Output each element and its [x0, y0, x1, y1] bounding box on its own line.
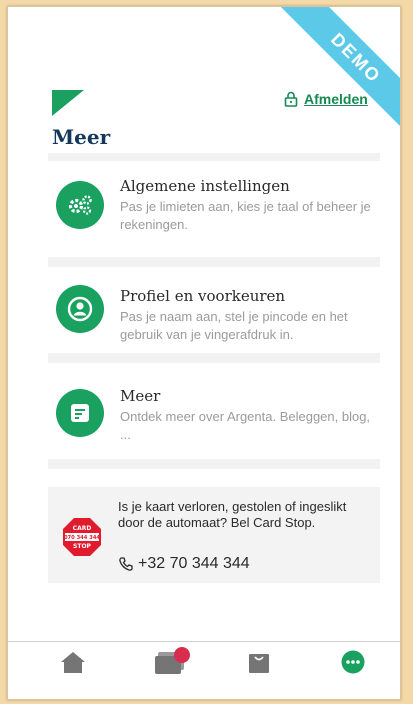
menu-item-profile-preferences[interactable]: Profiel en voorkeuren Pas je naam aan, s… — [48, 267, 380, 353]
card-stop-message: Is je kaart verloren, gestolen of ingesl… — [118, 499, 347, 530]
document-icon — [56, 389, 104, 437]
menu-item-more[interactable]: Meer Ontdek meer over Argenta. Beleggen,… — [48, 363, 380, 459]
menu-item-description: Ontdek meer over Argenta. Beleggen, blog… — [120, 409, 371, 442]
menu-item-title: Meer — [120, 387, 161, 405]
menu-item-description: Pas je naam aan, stel je pincode en het … — [120, 309, 348, 342]
shopping-bag-icon — [249, 654, 269, 673]
phone-icon — [119, 557, 133, 571]
bottom-safe-area — [8, 677, 400, 699]
card-stop-logo-bot: STOP — [73, 543, 92, 550]
divider — [48, 153, 380, 161]
menu-item-general-settings[interactable]: Algemene instellingen Pas je limieten aa… — [48, 163, 380, 257]
home-icon — [61, 652, 85, 673]
card-stop-logo-mid: 070 344 344 — [64, 535, 100, 541]
page-title: Meer — [52, 125, 111, 149]
phone-screen: DEMO Afmelden Meer Algemene instellingen… — [7, 6, 401, 700]
more-dots-icon — [341, 650, 365, 674]
card-stop-logo-top: CARD — [73, 525, 92, 532]
logout-label: Afmelden — [304, 91, 368, 107]
divider — [48, 353, 380, 363]
demo-ribbon: DEMO — [280, 7, 400, 134]
menu-item-description: Pas je limieten aan, kies je taal of beh… — [120, 199, 371, 232]
tab-more[interactable] — [338, 648, 368, 676]
tab-shop[interactable] — [244, 648, 274, 676]
menu-item-title: Profiel en voorkeuren — [120, 287, 286, 305]
card-stop-logo: CARD 070 344 344 STOP — [63, 518, 101, 556]
notification-badge — [174, 647, 190, 663]
argenta-logo — [52, 90, 84, 116]
divider — [48, 459, 380, 469]
lock-icon — [284, 91, 298, 107]
profile-icon — [56, 285, 104, 333]
card-stop-panel[interactable]: CARD 070 344 344 STOP Is je kaart verlor… — [48, 487, 380, 583]
tab-home[interactable] — [58, 648, 88, 676]
tab-bar — [8, 641, 400, 678]
menu-item-title: Algemene instellingen — [120, 177, 290, 195]
divider — [48, 257, 380, 267]
gears-icon — [56, 181, 104, 229]
logout-link[interactable]: Afmelden — [284, 91, 368, 107]
demo-label: DEMO — [327, 29, 385, 87]
card-stop-phone-link[interactable]: +32 70 344 344 — [118, 555, 250, 573]
card-stop-phone-number: +32 70 344 344 — [138, 555, 250, 572]
